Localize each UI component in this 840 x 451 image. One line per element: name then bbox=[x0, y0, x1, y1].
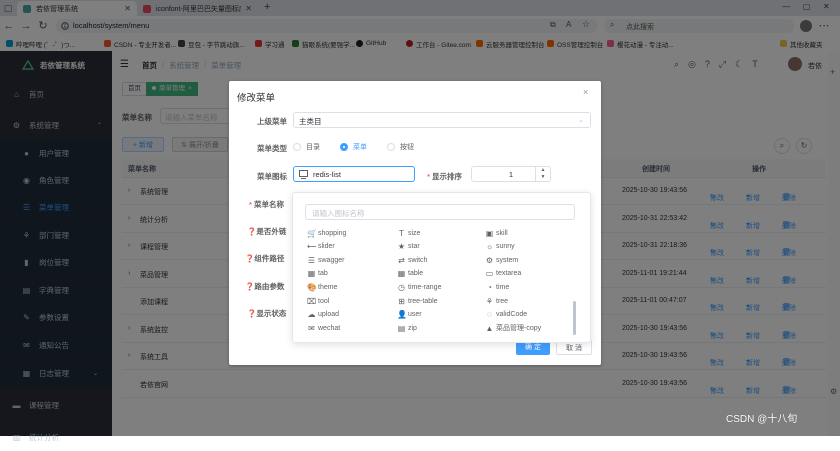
sunny-icon: ☼ bbox=[485, 242, 494, 252]
radio-button[interactable]: 按钮 bbox=[387, 142, 414, 152]
icon-option-switch[interactable]: ⇄ switch bbox=[397, 254, 427, 266]
shopping-icon: 🛒 bbox=[307, 228, 316, 238]
icon-option-time-range[interactable]: ◷ time-range bbox=[397, 281, 441, 293]
menu-icon-label: 菜单图标 bbox=[257, 172, 287, 181]
stepper-up-icon[interactable]: ▲ bbox=[536, 167, 550, 174]
icon-option-wechat[interactable]: ✉ wechat bbox=[307, 322, 340, 334]
dialog-close-icon[interactable]: × bbox=[583, 87, 588, 97]
menu-icon-input[interactable]: redis-list bbox=[293, 166, 415, 182]
icon-option-upload[interactable]: ☁ upload bbox=[307, 309, 340, 321]
-copy-icon: ▲ bbox=[485, 323, 494, 333]
skill-icon: ▣ bbox=[485, 228, 494, 238]
visible-status-label: ❓显示状态 bbox=[247, 309, 287, 318]
dialog-title: 修改菜单 bbox=[237, 93, 276, 104]
menu-name-label: * 菜单名称 bbox=[249, 200, 285, 209]
tree-table-icon: ⊞ bbox=[398, 296, 405, 306]
tool-icon: ⌧ bbox=[307, 296, 316, 306]
validCode-icon: ◌ bbox=[487, 310, 492, 320]
time-icon: ◔ bbox=[487, 282, 492, 292]
question-icon: ❓ bbox=[245, 254, 255, 263]
textarea-icon: ▭ bbox=[485, 269, 494, 279]
number-stepper[interactable]: ▲ ▼ bbox=[535, 167, 550, 181]
icon-option-textarea[interactable]: ▭ textarea bbox=[485, 268, 522, 280]
menu-type-label: 菜单类型 bbox=[257, 144, 287, 153]
icon-picker-popover: 请输入图标名称 🛒 shopping Tsize ▣ skill ⟷ slider ★ star… bbox=[292, 192, 591, 343]
icon-option-slider[interactable]: ⟷ slider bbox=[307, 241, 335, 253]
parent-menu-label: 上级菜单 bbox=[257, 117, 287, 126]
menu-type-radio-group: 目录 菜单 按钮 bbox=[293, 142, 414, 152]
tree-icon: ⚘ bbox=[485, 296, 494, 306]
stepper-down-icon[interactable]: ▼ bbox=[536, 174, 550, 181]
chevron-down-icon: ⌄ bbox=[577, 115, 584, 124]
swagger-icon: ☰ bbox=[307, 255, 316, 265]
sort-order-input[interactable]: 1 ▲ ▼ bbox=[471, 166, 551, 182]
time-range-icon: ◷ bbox=[398, 282, 405, 292]
user-icon: 👤 bbox=[397, 310, 406, 320]
icon-option-validCode[interactable]: ◌ validCode bbox=[485, 309, 527, 321]
sort-order-label: * 显示排序 bbox=[427, 172, 463, 181]
icon-option-size[interactable]: Tsize bbox=[397, 227, 420, 239]
wechat-icon: ✉ bbox=[308, 323, 315, 333]
icon-option-star[interactable]: ★ star bbox=[397, 241, 420, 253]
question-icon: ❓ bbox=[247, 309, 257, 318]
icon-option-skill[interactable]: ▣ skill bbox=[485, 227, 508, 239]
icon-option-time[interactable]: ◔ time bbox=[485, 281, 509, 293]
size-icon: T bbox=[399, 228, 404, 238]
system-icon: ⚙ bbox=[485, 255, 494, 265]
zip-icon: ▤ bbox=[397, 323, 406, 333]
star-icon: ★ bbox=[397, 242, 406, 252]
radio-menu[interactable]: 菜单 bbox=[340, 142, 367, 152]
icon-option-theme[interactable]: 🎨 theme bbox=[307, 281, 337, 293]
icon-option-tab[interactable]: ▦ tab bbox=[307, 268, 328, 280]
slider-icon: ⟷ bbox=[307, 242, 316, 252]
external-link-label: ❓是否外链 bbox=[247, 227, 287, 236]
icon-option-sunny[interactable]: ☼ sunny bbox=[485, 241, 515, 253]
icon-option-zip[interactable]: ▤ zip bbox=[397, 322, 417, 334]
icon-option--copy[interactable]: ▲ 菜品管理-copy bbox=[485, 322, 542, 334]
icon-option-shopping[interactable]: 🛒 shopping bbox=[307, 227, 346, 239]
component-path-label: ❓组件路径 bbox=[245, 254, 285, 263]
parent-menu-select[interactable]: 主类目 ⌄ bbox=[293, 112, 591, 128]
question-icon: ❓ bbox=[247, 227, 257, 236]
switch-icon: ⇄ bbox=[398, 255, 405, 265]
icon-option-system[interactable]: ⚙ system bbox=[485, 254, 518, 266]
route-params-label: ❓路由参数 bbox=[245, 282, 285, 291]
theme-icon: 🎨 bbox=[307, 282, 316, 292]
redis-list-icon bbox=[299, 170, 308, 179]
icon-list-scrollbar[interactable] bbox=[573, 301, 576, 335]
icon-option-swagger[interactable]: ☰ swagger bbox=[307, 254, 345, 266]
icon-search-input[interactable]: 请输入图标名称 bbox=[305, 204, 575, 220]
icon-option-user[interactable]: 👤 user bbox=[397, 309, 422, 321]
icon-option-tree-table[interactable]: ⊞ tree-table bbox=[397, 295, 437, 307]
icon-option-tree[interactable]: ⚘ tree bbox=[485, 295, 508, 307]
question-icon: ❓ bbox=[245, 282, 255, 291]
tab-icon: ▦ bbox=[307, 269, 316, 279]
icon-option-table[interactable]: ▦ table bbox=[397, 268, 423, 280]
radio-directory[interactable]: 目录 bbox=[293, 142, 320, 152]
upload-icon: ☁ bbox=[307, 310, 316, 320]
watermark: CSDN @十八旬 bbox=[726, 414, 798, 425]
icon-option-tool[interactable]: ⌧ tool bbox=[307, 295, 329, 307]
table-icon: ▦ bbox=[397, 269, 406, 279]
